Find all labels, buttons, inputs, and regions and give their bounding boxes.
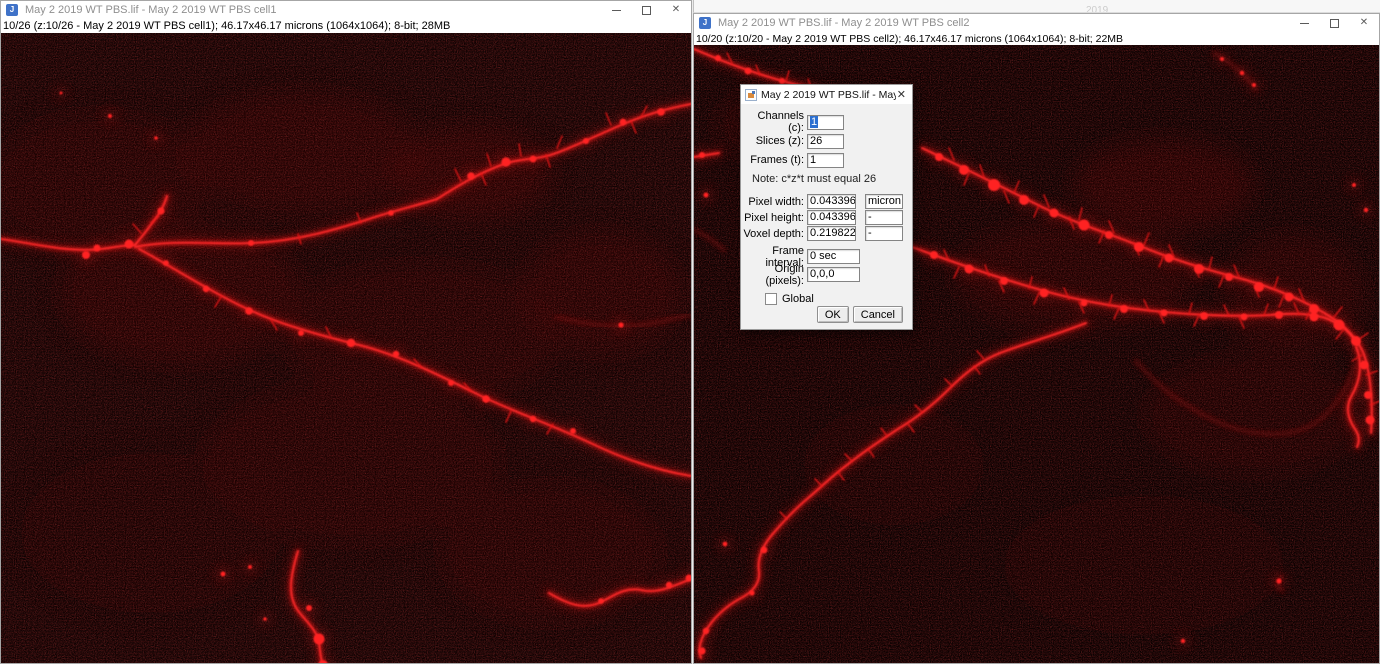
background-window-strip[interactable]: 2019 — [693, 0, 1380, 13]
window-title-cell2: May 2 2019 WT PBS.lif - May 2 2019 WT PB… — [718, 17, 969, 29]
background-window-text: 2019 — [1086, 5, 1108, 13]
pixel-width-unit-field[interactable]: micron — [865, 194, 903, 209]
pixel-height-field[interactable]: 0.0433969 — [807, 210, 856, 225]
minimize-button[interactable] — [1289, 14, 1319, 32]
desktop: 2019 J May 2 2019 WT PBS.lif - May 2 201… — [0, 0, 1380, 664]
status-bar-cell1: 10/26 (z:10/26 - May 2 2019 WT PBS cell1… — [1, 19, 691, 33]
imagej-dialog-icon — [745, 89, 757, 101]
voxel-depth-label: Voxel depth: — [741, 228, 804, 240]
image-window-cell1: J May 2 2019 WT PBS.lif - May 2 2019 WT … — [0, 0, 692, 664]
pixel-width-field[interactable]: 0.0433969 — [807, 194, 856, 209]
window-title-cell1: May 2 2019 WT PBS.lif - May 2 2019 WT PB… — [25, 4, 276, 16]
voxel-depth-field[interactable]: 0.2198221 — [807, 226, 856, 241]
global-checkbox-label: Global — [782, 293, 814, 305]
maximize-button[interactable] — [1319, 14, 1349, 32]
titlebar-cell1[interactable]: J May 2 2019 WT PBS.lif - May 2 2019 WT … — [1, 1, 691, 19]
cancel-button[interactable]: Cancel — [853, 306, 903, 323]
close-button[interactable]: ✕ — [1349, 14, 1379, 32]
ok-button[interactable]: OK — [817, 306, 849, 323]
minimize-button[interactable] — [601, 1, 631, 19]
voxel-depth-unit-field[interactable]: - — [865, 226, 903, 241]
close-icon: ✕ — [1360, 18, 1368, 28]
origin-label: Origin (pixels): — [741, 263, 804, 287]
minimize-icon — [612, 10, 621, 11]
properties-dialog: May 2 2019 WT PBS.lif - May 2 2019 ... ✕… — [740, 84, 913, 330]
frames-label: Frames (t): — [741, 154, 804, 166]
stack-note: Note: c*z*t must equal 26 — [752, 173, 912, 185]
imagej-app-icon: J — [6, 4, 18, 16]
dialog-close-icon[interactable]: ✕ — [896, 88, 907, 101]
global-checkbox[interactable] — [765, 293, 777, 305]
maximize-button[interactable] — [631, 1, 661, 19]
status-bar-cell2: 10/20 (z:10/20 - May 2 2019 WT PBS cell2… — [694, 32, 1379, 45]
maximize-icon — [642, 6, 651, 15]
maximize-icon — [1330, 19, 1339, 28]
dialog-title: May 2 2019 WT PBS.lif - May 2 2019 ... — [761, 89, 896, 101]
channels-label: Channels (c): — [741, 110, 804, 134]
pixel-height-label: Pixel height: — [741, 212, 804, 224]
titlebar-cell2[interactable]: J May 2 2019 WT PBS.lif - May 2 2019 WT … — [694, 14, 1379, 32]
slices-field[interactable]: 26 — [807, 134, 844, 149]
pixel-width-label: Pixel width: — [741, 196, 804, 208]
frames-field[interactable]: 1 — [807, 153, 844, 168]
origin-field[interactable]: 0,0,0 — [807, 267, 860, 282]
imagej-app-icon: J — [699, 17, 711, 29]
fluorescence-image-cell1[interactable] — [1, 33, 691, 663]
minimize-icon — [1300, 23, 1309, 24]
dialog-titlebar[interactable]: May 2 2019 WT PBS.lif - May 2 2019 ... ✕ — [741, 85, 912, 104]
close-icon: ✕ — [672, 5, 680, 15]
frame-interval-field[interactable]: 0 sec — [807, 249, 860, 264]
slices-label: Slices (z): — [741, 135, 804, 147]
channels-field[interactable]: 1 — [807, 115, 844, 130]
close-button[interactable]: ✕ — [661, 1, 691, 19]
pixel-height-unit-field[interactable]: - — [865, 210, 903, 225]
